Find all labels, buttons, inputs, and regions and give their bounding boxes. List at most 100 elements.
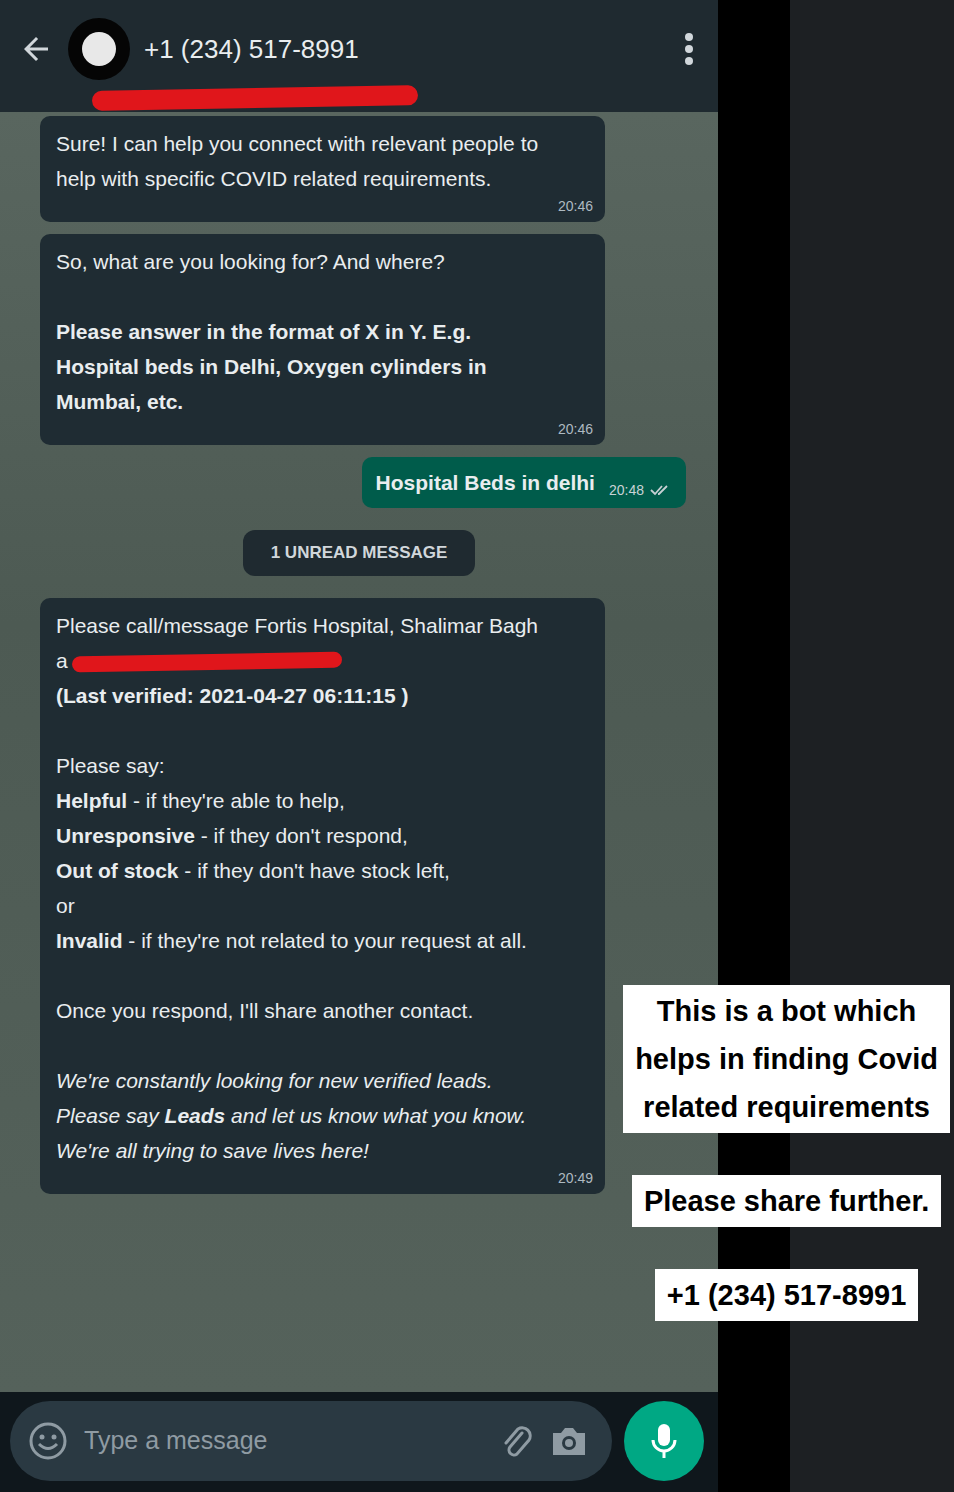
text-style: (Last verified: 2021-04-27 06:11:15 ) (56, 684, 409, 707)
caption-line: helps in finding Covid (635, 1035, 938, 1083)
voice-button[interactable] (624, 1401, 704, 1481)
message-line: Invalid - if they're not related to your… (56, 923, 555, 958)
text-weight: - if they don't respond, (195, 824, 408, 847)
text-weight: - if they're not related to your request… (123, 929, 527, 952)
phone-screen: +1 (234) 517-8991 Sure! I can help you co… (0, 0, 718, 1492)
text-weight: or (56, 894, 75, 917)
text-style: - if they're not related to your request… (123, 929, 527, 952)
chat-header: +1 (234) 517-8991 (0, 0, 718, 112)
message-paragraph: Please say: Helpful - if they're able to … (56, 748, 555, 958)
message-meta: 20:49 (56, 1168, 593, 1188)
incoming-message: Sure! I can help you connect with releva… (40, 116, 605, 222)
message-time: 20:48 (609, 480, 644, 500)
redaction-mark (92, 85, 418, 111)
chat-area: Sure! I can help you connect with releva… (0, 112, 718, 1392)
message-text: Please answer in the format of X in Y. E… (56, 320, 487, 413)
text-weight: Helpful (56, 789, 127, 812)
contact-number: +1 (234) 517-8991 (144, 30, 359, 69)
text-style: Helpful (56, 789, 127, 812)
message-text: or (56, 894, 75, 917)
microphone-icon (649, 1421, 679, 1461)
message-body: Hospital Beds in delhi (376, 465, 595, 500)
unread-divider: 1 UNREAD MESSAGE (243, 530, 476, 576)
back-arrow-icon[interactable] (18, 31, 54, 67)
message-time: 20:46 (558, 198, 593, 214)
menu-icon[interactable] (682, 29, 696, 69)
caption-line: Please share further. (644, 1177, 929, 1225)
message-input[interactable] (82, 1421, 484, 1461)
camera-icon[interactable] (548, 1423, 590, 1459)
text-style: Invalid (56, 929, 123, 952)
message-text: - if they don't respond, (195, 824, 408, 847)
text-weight: - if they're able to help, (127, 789, 345, 812)
message-line: Unresponsive - if they don't respond, (56, 818, 555, 853)
ticks-icon (650, 483, 672, 497)
message-paragraph: Please answer in the format of X in Y. E… (56, 314, 555, 419)
message-body: So, what are you looking for? And where?… (56, 244, 555, 419)
text-weight: Please answer in the format of X in Y. E… (56, 320, 487, 413)
text-style: Hospital Beds in delhi (376, 471, 595, 494)
outgoing-message: Hospital Beds in delhi 20:48 (362, 457, 686, 508)
text-style: Unresponsive (56, 824, 195, 847)
message-text: Once you respond, I'll share another con… (56, 999, 473, 1022)
message-line: (Last verified: 2021-04-27 06:11:15 ) (56, 678, 555, 713)
message-meta: 20:46 (56, 419, 593, 439)
text-style: or (56, 894, 75, 917)
message-text: - if they're able to help, (127, 789, 345, 812)
message-paragraph: Please call/message Fortis Hospital, Sha… (56, 608, 555, 713)
message-line: or (56, 888, 555, 923)
caption-line: This is a bot which (635, 987, 938, 1035)
text-weight: - if they don't have stock left, (179, 859, 450, 882)
message-line: Hospital Beds in delhi (376, 465, 595, 500)
caption-box: +1 (234) 517-8991 (655, 1269, 918, 1321)
text-style: Please say: (56, 754, 165, 777)
message-line: Out of stock - if they don't have stock … (56, 853, 555, 888)
text-weight: Please say: (56, 754, 165, 777)
text-weight: Sure! I can help you connect with releva… (56, 132, 538, 190)
message-text: Please say: (56, 754, 165, 777)
message-line: We're constantly looking for new verifie… (56, 1063, 555, 1168)
message-time: 20:49 (558, 1170, 593, 1186)
text-style: Once you respond, I'll share another con… (56, 999, 473, 1022)
message-body: Sure! I can help you connect with releva… (56, 126, 555, 196)
text-style: - if they don't respond, (195, 824, 408, 847)
emoji-icon[interactable] (28, 1421, 68, 1461)
attach-icon[interactable] (498, 1421, 534, 1461)
message-text: Invalid (56, 929, 123, 952)
message-paragraph: Sure! I can help you connect with releva… (56, 126, 555, 196)
message-text: (Last verified: 2021-04-27 06:11:15 ) (56, 684, 409, 707)
message-field (10, 1401, 612, 1481)
text-weight: (Last verified: 2021-04-27 06:11:15 ) (56, 684, 409, 707)
caption-box: This is a bot whichhelps in finding Covi… (623, 985, 950, 1133)
message-meta: 20:48 (609, 480, 672, 500)
text-weight: So, what are you looking for? And where? (56, 250, 445, 273)
message-text: - if they don't have stock left, (179, 859, 450, 882)
message-line: Helpful - if they're able to help, (56, 783, 555, 818)
message-text: So, what are you looking for? And where? (56, 250, 445, 273)
text-style: - if they don't have stock left, (179, 859, 450, 882)
message-time: 20:46 (558, 421, 593, 437)
incoming-message: So, what are you looking for? And where?… (40, 234, 605, 445)
message-text: Unresponsive (56, 824, 195, 847)
message-line: Please call/message Fortis Hospital, Sha… (56, 608, 555, 678)
text-style: Sure! I can help you connect with releva… (56, 132, 538, 190)
message-line: Sure! I can help you connect with releva… (56, 126, 555, 196)
caption-overlay: This is a bot whichhelps in finding Covi… (623, 985, 950, 1321)
text-weight: Invalid (56, 929, 123, 952)
text-style: - if they're able to help, (127, 789, 345, 812)
message-line: So, what are you looking for? And where? (56, 244, 555, 279)
message-text: Hospital Beds in delhi (376, 471, 595, 494)
incoming-message: Please call/message Fortis Hospital, Sha… (40, 598, 605, 1194)
message-paragraph: Once you respond, I'll share another con… (56, 993, 555, 1028)
text-style: Please answer in the format of X in Y. E… (56, 320, 487, 413)
composer-bar (0, 1392, 718, 1492)
message-text: - if they're not related to your request… (123, 929, 527, 952)
message-body: Please call/message Fortis Hospital, Sha… (56, 608, 555, 1168)
message-paragraph: Hospital Beds in delhi (376, 465, 595, 500)
text-weight: Hospital Beds in delhi (376, 471, 595, 494)
avatar-icon[interactable] (68, 18, 130, 80)
caption-box: Please share further. (632, 1175, 941, 1227)
message-meta: 20:46 (56, 196, 593, 216)
avatar-dot (82, 32, 116, 66)
caption-line: +1 (234) 517-8991 (667, 1271, 906, 1319)
